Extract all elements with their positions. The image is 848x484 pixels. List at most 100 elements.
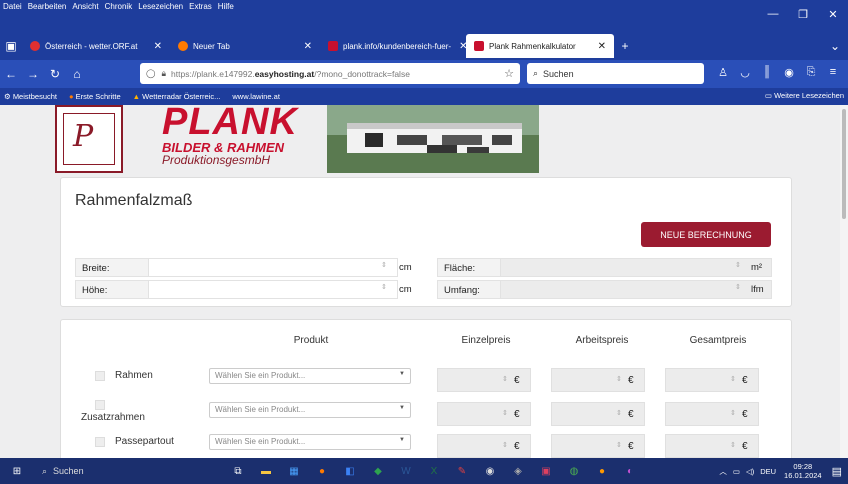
- hoehe-input[interactable]: [148, 280, 398, 299]
- excel-icon[interactable]: X: [422, 463, 446, 479]
- close-tab-icon[interactable]: ✕: [146, 41, 162, 52]
- rahmen-product-select[interactable]: Wählen Sie ein Produkt... ▼: [209, 368, 411, 384]
- search-placeholder: Suchen: [543, 68, 574, 79]
- zusatzrahmen-checkbox[interactable]: [95, 400, 105, 410]
- extensions-icon[interactable]: ⎘: [800, 66, 822, 79]
- plank-favicon-icon: [328, 41, 338, 51]
- chevron-down-icon[interactable]: ⌄: [824, 39, 846, 53]
- arbeitspreis-field[interactable]: ⇕ €: [551, 368, 645, 392]
- search-input[interactable]: ⌕ Suchen: [527, 63, 704, 84]
- firefox-icon[interactable]: ●: [310, 463, 334, 479]
- calendar-icon[interactable]: ▦: [282, 463, 306, 479]
- app-icon[interactable]: ▣: [534, 463, 558, 479]
- bookmark-meistbesucht[interactable]: ⚙ Meistbesucht: [4, 92, 57, 101]
- header-arbeitspreis: Arbeitspreis: [575, 335, 629, 346]
- rahmen-checkbox[interactable]: [95, 371, 105, 381]
- app-icon[interactable]: ●: [590, 463, 614, 479]
- bookmark-wetterradar[interactable]: ▲ Wetterradar Österreic...: [133, 92, 221, 101]
- header-einzelpreis: Einzelpreis: [461, 335, 511, 346]
- profile-icon[interactable]: ◉: [778, 66, 800, 79]
- flaeche-output: [500, 258, 772, 277]
- notification-icon[interactable]: ▤: [832, 465, 842, 478]
- taskbar-search[interactable]: ⌕ Suchen: [34, 458, 224, 484]
- arbeitspreis-field[interactable]: ⇕ €: [551, 402, 645, 426]
- close-tab-icon[interactable]: ✕: [296, 41, 312, 52]
- brand-text: PLANK BILDER & RAHMEN ProduktionsgesmbH: [162, 105, 298, 167]
- passepartout-checkbox[interactable]: [95, 437, 105, 447]
- back-icon[interactable]: ←: [0, 67, 22, 81]
- menu-hilfe[interactable]: Hilfe: [215, 0, 237, 14]
- pocket-icon[interactable]: ◡: [734, 66, 756, 79]
- plank-logo: P: [55, 105, 123, 173]
- clock[interactable]: 09:28 16.01.2024: [784, 462, 822, 480]
- minimize-icon[interactable]: —: [758, 8, 788, 21]
- spinner-icon[interactable]: ⇕: [381, 283, 387, 291]
- menu-chronik[interactable]: Chronik: [102, 0, 136, 14]
- zusatzrahmen-product-select[interactable]: Wählen Sie ein Produkt... ▼: [209, 402, 411, 418]
- forward-icon[interactable]: →: [22, 67, 44, 81]
- app-icon[interactable]: ◆: [366, 463, 390, 479]
- outlook-icon[interactable]: ◧: [338, 463, 362, 479]
- app-icon[interactable]: ◉: [478, 463, 502, 479]
- app-icon[interactable]: ◐: [618, 463, 642, 479]
- task-view-icon[interactable]: ⧉: [226, 463, 250, 479]
- menu-ansicht[interactable]: Ansicht: [69, 0, 101, 14]
- scrollbar[interactable]: [840, 105, 848, 458]
- pen-app-icon[interactable]: ✎: [450, 463, 474, 479]
- logo-letter: P: [73, 119, 94, 154]
- menu-bearbeiten[interactable]: Bearbeiten: [25, 0, 70, 14]
- spinner-icon[interactable]: ⇕: [381, 261, 387, 269]
- tab-wetter[interactable]: Österreich - wetter.ORF.at ✕: [22, 34, 170, 58]
- tab-neuer-tab[interactable]: Neuer Tab ✕: [170, 34, 320, 58]
- bookmark-lawine[interactable]: www.lawine.at: [232, 92, 280, 101]
- chrome-icon[interactable]: ◍: [562, 463, 586, 479]
- menu-icon[interactable]: ≡: [822, 66, 844, 79]
- tab-list-icon[interactable]: ▣: [0, 39, 22, 53]
- new-tab-icon[interactable]: +: [614, 39, 636, 53]
- close-window-icon[interactable]: ✕: [818, 8, 848, 21]
- file-explorer-icon[interactable]: ▬: [254, 463, 278, 479]
- url-bar[interactable]: ◯ 🔒︎ https://plank.e147992. easyhosting.a…: [140, 63, 520, 84]
- word-icon[interactable]: W: [394, 463, 418, 479]
- menu-datei[interactable]: Datei: [0, 0, 25, 14]
- bookmark-star-icon[interactable]: ☆: [504, 67, 514, 80]
- library-icon[interactable]: ║: [756, 66, 778, 79]
- volume-icon[interactable]: ◁): [746, 467, 754, 476]
- tab-plank-rahmenkalkulator[interactable]: Plank Rahmenkalkulator ✕: [466, 34, 614, 58]
- menu-extras[interactable]: Extras: [186, 0, 215, 14]
- passepartout-product-select[interactable]: Wählen Sie ein Produkt... ▼: [209, 434, 411, 450]
- breite-input[interactable]: [148, 258, 398, 277]
- einzelpreis-field[interactable]: ⇕ €: [437, 434, 531, 458]
- flaeche-unit: m²: [751, 262, 763, 273]
- restore-icon[interactable]: ❐: [788, 8, 818, 21]
- tab-plank-info[interactable]: plank.info/kundenbereich-fuer- ✕: [320, 34, 466, 58]
- scrollbar-thumb[interactable]: [842, 109, 846, 219]
- url-prefix: https://plank.e147992.: [171, 68, 255, 79]
- menu-lesezeichen[interactable]: Lesezeichen: [135, 0, 186, 14]
- windows-start-icon[interactable]: ⊞: [2, 463, 32, 479]
- einzelpreis-field[interactable]: ⇕ €: [437, 368, 531, 392]
- spinner-icon: ⇕: [502, 442, 508, 449]
- account-icon[interactable]: ♙: [712, 66, 734, 79]
- chevron-up-icon[interactable]: ︿: [719, 466, 727, 477]
- app-icon[interactable]: ◈: [506, 463, 530, 479]
- language-indicator[interactable]: DEU: [760, 467, 776, 476]
- reload-icon[interactable]: ↻: [44, 67, 66, 81]
- home-icon[interactable]: ⌂: [66, 67, 88, 81]
- einzelpreis-field[interactable]: ⇕ €: [437, 402, 531, 426]
- spinner-icon: ⇕: [735, 262, 741, 269]
- gesamtpreis-field: ⇕ €: [665, 402, 759, 426]
- close-tab-icon[interactable]: ✕: [590, 41, 606, 52]
- spinner-icon: ⇕: [730, 376, 736, 383]
- network-icon[interactable]: ▭: [733, 467, 740, 476]
- bookmark-erste-schritte[interactable]: ● Erste Schritte: [69, 92, 121, 101]
- url-domain: easyhosting.at: [254, 68, 315, 79]
- spinner-icon: ⇕: [616, 376, 622, 383]
- arbeitspreis-field[interactable]: ⇕ €: [551, 434, 645, 458]
- building-photo: [327, 105, 539, 173]
- close-tab-icon[interactable]: ✕: [451, 41, 466, 52]
- tab-bar: ▣ Österreich - wetter.ORF.at ✕ Neuer Tab…: [0, 32, 848, 60]
- new-calculation-button[interactable]: NEUE BERECHNUNG: [641, 222, 771, 247]
- dropdown-arrow-icon: ▼: [399, 437, 405, 443]
- weitere-lesezeichen[interactable]: ▭ Weitere Lesezeichen: [765, 91, 844, 100]
